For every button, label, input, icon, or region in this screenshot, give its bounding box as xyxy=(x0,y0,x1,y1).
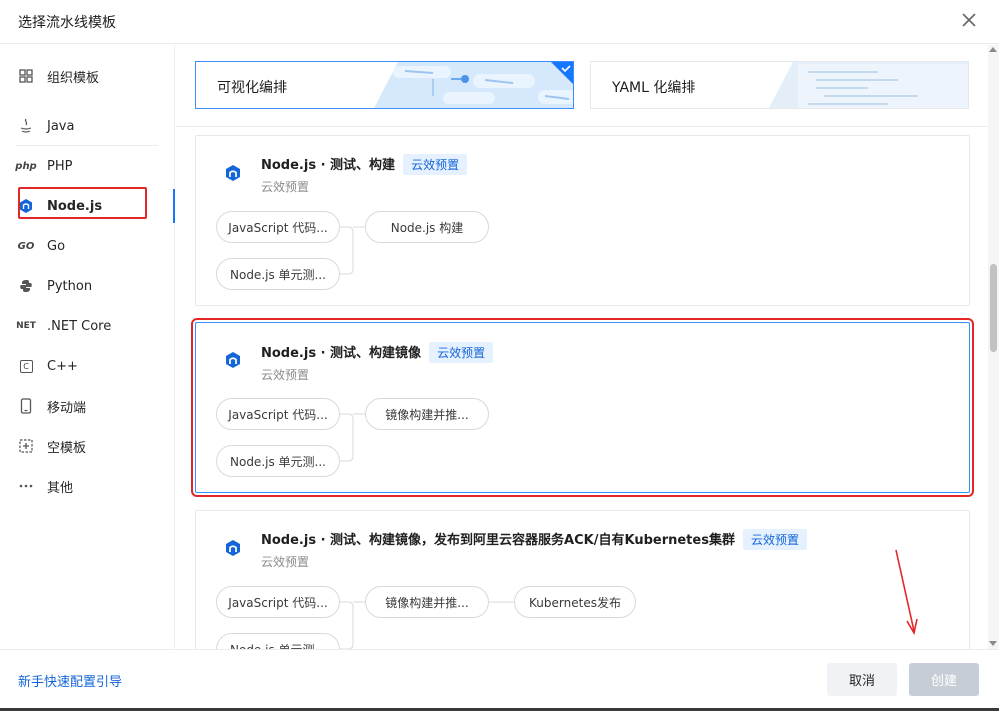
nodejs-icon xyxy=(226,165,240,181)
php-icon: php xyxy=(15,160,37,172)
sidebar-item-java[interactable]: Java xyxy=(0,107,175,145)
sidebar-item-mobile[interactable]: 移动端 xyxy=(0,387,175,425)
more-icon xyxy=(16,484,36,488)
java-icon xyxy=(16,118,36,134)
dialog-title: 选择流水线模板 xyxy=(18,15,116,31)
sidebar-item-cpp[interactable]: C C++ xyxy=(0,347,175,385)
sidebar-item-label: C++ xyxy=(47,358,78,374)
sidebar-item-label: Java xyxy=(47,118,75,134)
stage-node: Node.js 单元测... xyxy=(216,633,340,649)
sidebar-item-python[interactable]: Python xyxy=(0,267,175,305)
scrollbar-thumb[interactable] xyxy=(990,264,997,352)
stage-node: Node.js 单元测... xyxy=(216,258,340,290)
sidebar-item-label: Node.js xyxy=(47,198,103,214)
layout-mode-tabs: 可视化编排 YAML 化编排 xyxy=(176,45,999,127)
stage-node: Kubernetes发布 xyxy=(514,586,636,618)
preset-badge: 云效预置 xyxy=(403,154,468,175)
template-card-nodejs-image[interactable]: Node.js · 测试、构建镜像 云效预置 云效预置 JavaScript 代码… xyxy=(191,318,974,497)
scroll-up-icon[interactable] xyxy=(989,47,997,52)
stage-node: JavaScript 代码... xyxy=(216,211,340,243)
scroll-down-icon[interactable] xyxy=(989,641,997,646)
tab-yaml-layout[interactable]: YAML 化编排 xyxy=(590,61,969,109)
sidebar-item-go[interactable]: GO Go xyxy=(0,227,175,265)
python-icon xyxy=(16,279,36,293)
dialog-footer: 新手快速配置引导 取消 创建 xyxy=(0,649,999,708)
preset-badge: 云效预置 xyxy=(429,342,494,363)
template-subtitle: 云效预置 xyxy=(261,180,310,194)
sidebar-divider xyxy=(16,145,158,146)
stage-node: Node.js 单元测... xyxy=(216,445,340,477)
preset-badge: 云效预置 xyxy=(742,529,807,550)
sidebar-item-label: 移动端 xyxy=(47,400,87,416)
template-name: Node.js · 测试、构建镜像 云效预置 xyxy=(261,342,494,363)
cpp-icon: C xyxy=(16,359,36,373)
stage-node: Node.js 构建 xyxy=(365,211,489,243)
category-sidebar: 组织模板 Java php PHP Node.js GO Go Python N… xyxy=(0,45,175,649)
cancel-button[interactable]: 取消 xyxy=(827,663,897,696)
stage-node: JavaScript 代码... xyxy=(216,586,340,618)
tab-label: YAML 化编排 xyxy=(612,80,696,96)
sidebar-item-other[interactable]: 其他 xyxy=(0,467,175,505)
template-name: Node.js · 测试、构建镜像，发布到阿里云容器服务ACK/自有Kubern… xyxy=(261,529,807,550)
visual-flow-illustration xyxy=(374,62,573,108)
quick-setup-guide-link[interactable]: 新手快速配置引导 xyxy=(18,671,122,690)
tab-label: 可视化编排 xyxy=(217,80,287,96)
sidebar-item-label: 空模板 xyxy=(47,440,87,456)
template-dialog: 选择流水线模板 组织模板 Java php PHP Node.js GO Go … xyxy=(0,0,999,711)
stage-node: JavaScript 代码... xyxy=(216,398,340,430)
nodejs-icon xyxy=(226,540,240,556)
sidebar-item-empty-template[interactable]: 空模板 xyxy=(0,427,175,465)
sidebar-item-nodejs[interactable]: Node.js xyxy=(0,187,175,225)
dotnet-icon: NET xyxy=(16,321,36,331)
grid-icon xyxy=(16,69,36,83)
template-subtitle: 云效预置 xyxy=(261,368,310,382)
template-main: Node.js · 测试、构建 云效预置 云效预置 JavaScript 代码..… xyxy=(176,45,999,649)
empty-template-icon xyxy=(16,439,36,453)
create-button[interactable]: 创建 xyxy=(909,663,979,696)
tab-visual-layout[interactable]: 可视化编排 xyxy=(195,61,574,109)
template-subtitle: 云效预置 xyxy=(261,555,310,569)
nodejs-icon xyxy=(226,352,240,368)
template-name: Node.js · 测试、构建 云效预置 xyxy=(261,154,468,175)
stage-node: 镜像构建并推... xyxy=(365,586,489,618)
yaml-doc-illustration xyxy=(769,62,968,108)
sidebar-item-org-templates[interactable]: 组织模板 xyxy=(0,57,175,95)
mobile-icon xyxy=(16,398,36,414)
template-card-nodejs-k8s[interactable]: Node.js · 测试、构建镜像，发布到阿里云容器服务ACK/自有Kubern… xyxy=(195,510,970,649)
template-card-nodejs-build[interactable]: Node.js · 测试、构建 云效预置 云效预置 JavaScript 代码..… xyxy=(195,135,970,306)
go-icon: GO xyxy=(17,240,35,252)
dialog-header: 选择流水线模板 xyxy=(0,0,999,44)
sidebar-item-label: .NET Core xyxy=(47,318,112,334)
nodejs-icon xyxy=(16,198,36,214)
sidebar-item-label: PHP xyxy=(47,158,73,174)
sidebar-item-php[interactable]: php PHP xyxy=(0,147,175,185)
sidebar-item-label: Go xyxy=(47,238,66,254)
sidebar-item-label: Python xyxy=(47,278,93,294)
sidebar-item-label: 组织模板 xyxy=(47,70,100,86)
stage-node: 镜像构建并推... xyxy=(365,398,489,430)
sidebar-item-label: 其他 xyxy=(47,480,74,496)
sidebar-item-dotnet[interactable]: NET .NET Core xyxy=(0,307,175,345)
close-icon[interactable] xyxy=(959,10,979,30)
selected-check-icon xyxy=(551,62,573,84)
